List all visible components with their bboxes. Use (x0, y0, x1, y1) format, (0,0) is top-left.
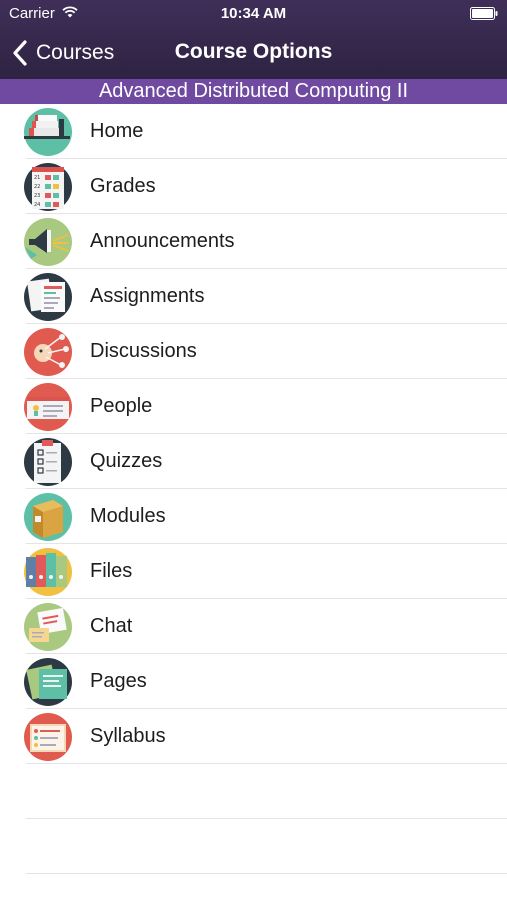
grade-row-number: 24 (34, 202, 40, 208)
menu-item-label: Home (90, 120, 144, 142)
menu-item-chat[interactable]: Chat (0, 599, 507, 654)
menu-item-label: Assignments (90, 285, 205, 307)
assignments-icon (23, 272, 73, 322)
menu-item-discussions[interactable]: Discussions (0, 324, 507, 379)
discussions-icon (23, 327, 73, 377)
quizzes-icon (23, 437, 73, 487)
menu-item-label: Pages (90, 670, 147, 692)
navigation-bar: Courses Course Options (0, 28, 507, 79)
menu-item-label: Modules (90, 505, 166, 527)
grade-row-number: 23 (34, 193, 40, 199)
empty-row-divider (26, 818, 507, 819)
menu-item-label: People (90, 395, 153, 417)
menu-item-assignments[interactable]: Assignments (0, 269, 507, 324)
menu-item-label: Discussions (90, 340, 197, 362)
grade-row-number: 22 (34, 184, 40, 190)
menu-item-label: Announcements (90, 230, 235, 252)
syllabus-icon (23, 712, 73, 762)
battery-icon (470, 7, 498, 20)
page-title: Course Options (174, 40, 333, 63)
menu-item-label: Chat (90, 615, 133, 637)
home-icon (23, 107, 73, 157)
course-options-list: Home 21 22 23 24 Grades Announcements As… (0, 104, 507, 764)
menu-item-pages[interactable]: Pages (0, 654, 507, 709)
files-icon (23, 547, 73, 597)
menu-item-label: Quizzes (90, 450, 163, 472)
chat-icon (23, 602, 73, 652)
status-bar: Carrier 10:34 AM (0, 0, 507, 28)
app-header: Carrier 10:34 AM Courses Course Options (0, 0, 507, 79)
menu-item-grades[interactable]: 21 22 23 24 Grades (0, 159, 507, 214)
menu-item-announcements[interactable]: Announcements (0, 214, 507, 269)
empty-row-divider (26, 873, 507, 874)
pages-icon (23, 657, 73, 707)
menu-item-label: Files (90, 560, 133, 582)
status-time: 10:34 AM (220, 5, 287, 22)
announcements-icon (23, 217, 73, 267)
grade-row-number: 21 (34, 175, 40, 181)
menu-item-syllabus[interactable]: Syllabus (0, 709, 507, 764)
people-icon (23, 382, 73, 432)
modules-icon (23, 492, 73, 542)
menu-item-label: Syllabus (90, 725, 166, 747)
menu-item-files[interactable]: Files (0, 544, 507, 599)
menu-item-modules[interactable]: Modules (0, 489, 507, 544)
menu-item-quizzes[interactable]: Quizzes (0, 434, 507, 489)
course-name-banner: Advanced Distributed Computing II (0, 79, 507, 104)
menu-item-label: Grades (90, 175, 156, 197)
menu-item-home[interactable]: Home (0, 104, 507, 159)
grades-icon: 21 22 23 24 (23, 162, 73, 212)
menu-item-people[interactable]: People (0, 379, 507, 434)
